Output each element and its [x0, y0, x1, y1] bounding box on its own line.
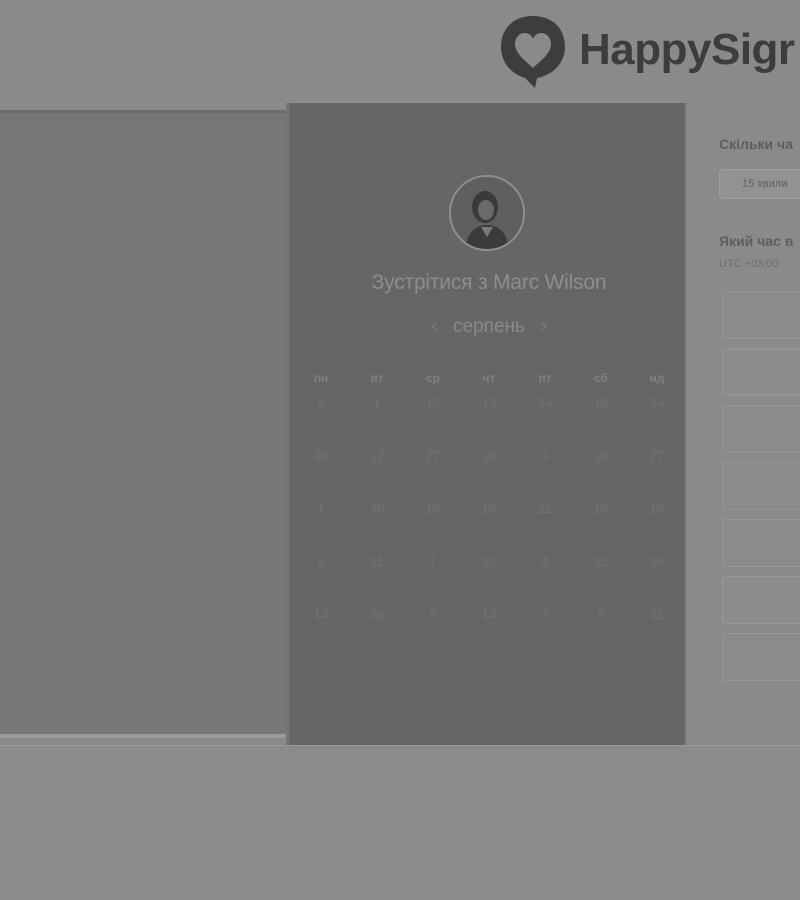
calendar-day[interactable]: 16: [573, 499, 629, 552]
weekday-header: пн вт ср чт пт сб нд: [293, 371, 685, 393]
calendar-day[interactable]: 27: [405, 446, 461, 499]
calendar-day[interactable]: 30: [349, 499, 405, 552]
header: HappySigr: [0, 0, 800, 100]
calendar-day[interactable]: 19: [573, 446, 629, 499]
calendar-day[interactable]: 12: [349, 446, 405, 499]
chevron-right-icon[interactable]: ›: [530, 315, 557, 338]
weekday-label: сб: [594, 371, 608, 385]
calendar-day[interactable]: 10: [461, 446, 517, 499]
scheduler-card: Зустрітися з Marc Wilson ‹ серпень › пн …: [286, 103, 686, 745]
duration-button[interactable]: 15 хвили: [719, 169, 800, 199]
calendar-day[interactable]: 3: [517, 605, 573, 658]
left-blank-panel: [0, 110, 286, 738]
calendar-day[interactable]: 9: [293, 393, 349, 446]
calendar-day[interactable]: 26: [349, 605, 405, 658]
heart-speech-bubble-icon: [497, 12, 569, 88]
calendar-day[interactable]: 16: [405, 499, 461, 552]
calendar-day[interactable]: 14: [293, 605, 349, 658]
calendar-day[interactable]: 6: [573, 605, 629, 658]
calendar-day[interactable]: 20: [461, 552, 517, 605]
calendar-day[interactable]: 7: [405, 552, 461, 605]
weekday-label: вт: [370, 371, 384, 385]
calendar-day[interactable]: 27: [629, 446, 685, 499]
time-slot[interactable]: [722, 462, 800, 510]
time-slot[interactable]: [722, 348, 800, 396]
logo[interactable]: HappySigr: [497, 12, 795, 88]
calendar-day[interactable]: 26: [629, 552, 685, 605]
calendar-day[interactable]: 4: [517, 552, 573, 605]
footer-area: [0, 745, 800, 900]
calendar-day[interactable]: 22: [517, 499, 573, 552]
calendar-day[interactable]: 16: [461, 499, 517, 552]
weekday-label: пт: [538, 371, 552, 385]
time-slot[interactable]: [722, 291, 800, 339]
time-slot[interactable]: [722, 576, 800, 624]
calendar-day[interactable]: 1: [293, 499, 349, 552]
calendar-day[interactable]: 11: [629, 605, 685, 658]
calendar-week: 30 12 27 10 4 19 27: [293, 446, 685, 499]
calendar: пн вт ср чт пт сб нд 9 1 12 13 24 18 24 …: [293, 371, 685, 658]
calendar-day[interactable]: 24: [517, 393, 573, 446]
calendar-day[interactable]: 24: [629, 393, 685, 446]
booking-options-panel: Скільки ча 15 хвили Який час в UTC +03:0…: [686, 103, 800, 745]
weekday-label: пн: [313, 371, 329, 385]
calendar-day[interactable]: 1: [349, 393, 405, 446]
calendar-day[interactable]: 15: [573, 552, 629, 605]
time-question: Який час в: [719, 233, 794, 249]
time-slot[interactable]: [722, 405, 800, 453]
time-slot[interactable]: [722, 519, 800, 567]
calendar-day[interactable]: 14: [461, 605, 517, 658]
brand-name: HappySigr: [579, 25, 795, 74]
month-label: серпень: [453, 315, 525, 337]
calendar-week: 14 26 9 14 3 6 11: [293, 605, 685, 658]
calendar-day[interactable]: 9: [405, 605, 461, 658]
month-navigation: ‹ серпень ›: [289, 315, 689, 338]
duration-question: Скільки ча: [719, 136, 793, 152]
calendar-week: 9 1 12 13 24 18 24: [293, 393, 685, 446]
time-slot-list: [722, 291, 800, 690]
page: HappySigr Зустрітися з Marc Wilson ‹ сер…: [0, 0, 800, 900]
weekday-label: ср: [425, 371, 440, 385]
calendar-week: 6 21 7 20 4 15 26: [293, 552, 685, 605]
chevron-left-icon[interactable]: ‹: [421, 315, 448, 338]
meeting-title: Зустрітися з Marc Wilson: [371, 271, 607, 294]
calendar-day[interactable]: 6: [293, 552, 349, 605]
avatar: [449, 175, 525, 251]
time-slot[interactable]: [722, 633, 800, 681]
calendar-week: 1 30 16 16 22 16 16: [293, 499, 685, 552]
weekday-label: нд: [649, 371, 665, 385]
calendar-day[interactable]: 13: [461, 393, 517, 446]
calendar-day[interactable]: 16: [629, 499, 685, 552]
calendar-day[interactable]: 4: [517, 446, 573, 499]
calendar-day[interactable]: 12: [405, 393, 461, 446]
calendar-day[interactable]: 21: [349, 552, 405, 605]
timezone-label: UTC +03:00: [719, 258, 779, 270]
calendar-day[interactable]: 18: [573, 393, 629, 446]
weekday-label: чт: [482, 371, 496, 385]
calendar-day[interactable]: 30: [293, 446, 349, 499]
